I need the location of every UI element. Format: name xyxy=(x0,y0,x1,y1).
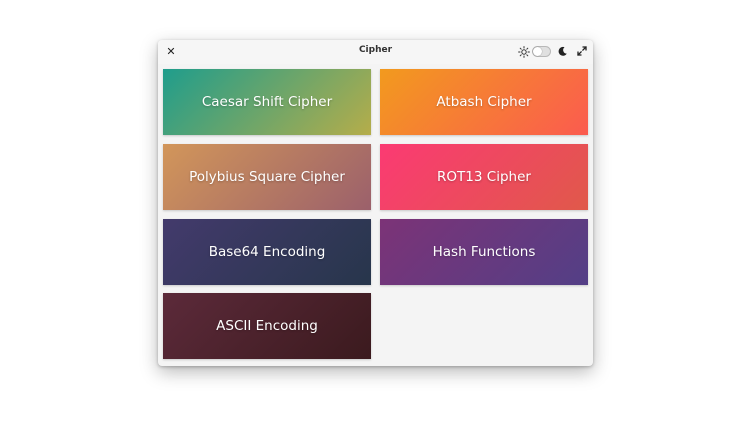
tile-base64-encoding[interactable]: Base64 Encoding xyxy=(163,219,371,285)
tile-label: Base64 Encoding xyxy=(208,244,326,260)
tile-label: Polybius Square Cipher xyxy=(189,169,345,185)
tile-label: ROT13 Cipher xyxy=(437,169,531,185)
tile-rot13-cipher[interactable]: ROT13 Cipher xyxy=(380,144,588,210)
toggle-knob xyxy=(533,47,542,56)
tile-caesar-shift-cipher[interactable]: Caesar Shift Cipher xyxy=(163,69,371,135)
tile-atbash-cipher[interactable]: Atbash Cipher xyxy=(380,69,588,135)
tile-polybius-square-cipher[interactable]: Polybius Square Cipher xyxy=(163,144,371,210)
tile-label: Atbash Cipher xyxy=(436,94,532,110)
maximize-icon[interactable] xyxy=(577,46,587,56)
app-window: ✕ Cipher Caesar Shift Cipher Atbash Ciph… xyxy=(158,40,593,366)
title-bar: ✕ Cipher xyxy=(158,40,593,64)
tile-label: Hash Functions xyxy=(432,244,536,260)
tile-hash-functions[interactable]: Hash Functions xyxy=(380,219,588,285)
dark-mode-toggle[interactable] xyxy=(532,46,551,57)
tile-ascii-encoding[interactable]: ASCII Encoding xyxy=(163,293,371,359)
tile-label: Caesar Shift Cipher xyxy=(201,94,333,110)
sun-icon xyxy=(518,46,530,58)
tile-label: ASCII Encoding xyxy=(216,318,318,334)
moon-icon xyxy=(558,46,567,56)
